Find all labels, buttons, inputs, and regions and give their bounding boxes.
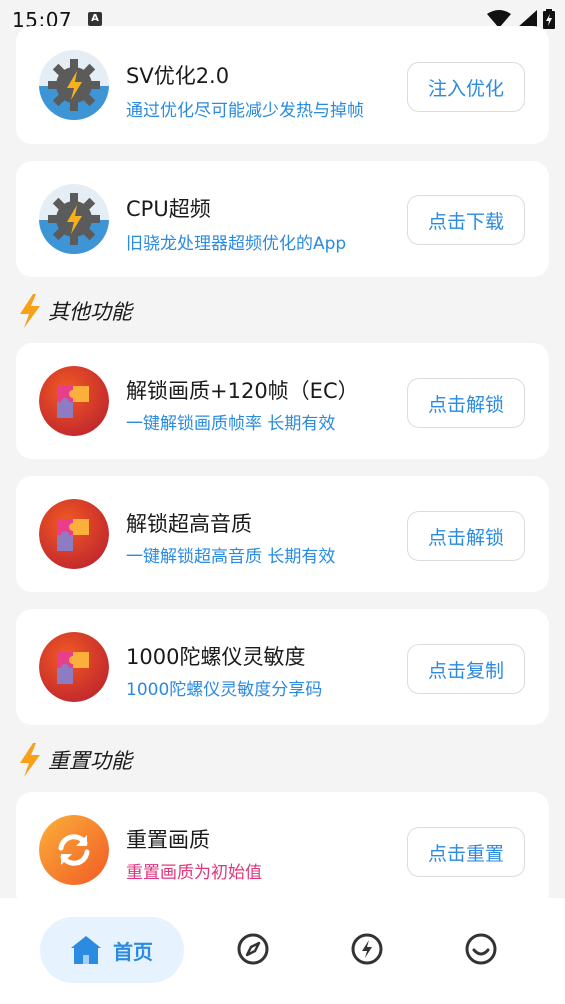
lightning-circle-icon[interactable] (350, 932, 384, 966)
card-subtitle: 通过优化尽可能减少发热与掉帧 (126, 101, 364, 121)
card-subtitle: 一键解锁画质帧率 长期有效 (126, 414, 336, 434)
unlock-graphics-button[interactable]: 点击解锁 (407, 378, 525, 428)
download-button[interactable]: 点击下载 (407, 195, 525, 245)
nav-home-label: 首页 (113, 939, 153, 964)
lightning-bolt-icon (20, 743, 40, 777)
card-title: 解锁画质+120帧（EC） (126, 379, 359, 403)
card-unlock-audio: 解锁超高音质 一键解锁超高音质 长期有效 点击解锁 (16, 476, 549, 592)
card-unlock-graphics: 解锁画质+120帧（EC） 一键解锁画质帧率 长期有效 点击解锁 (16, 343, 549, 459)
section-header-reset: 重置功能 (18, 742, 132, 778)
refresh-icon (39, 815, 109, 885)
card-cpu-overclock: CPU超频 旧骁龙处理器超频优化的App 点击下载 (16, 161, 549, 277)
card-title: 1000陀螺仪灵敏度 (126, 645, 306, 669)
battery-icon (543, 9, 555, 29)
unlock-audio-button[interactable]: 点击解锁 (407, 511, 525, 561)
card-title: 重置画质 (126, 828, 210, 852)
home-icon (71, 936, 101, 964)
gear-lightning-icon (39, 50, 109, 120)
compass-icon[interactable] (236, 932, 270, 966)
section-header-other: 其他功能 (18, 293, 132, 329)
section-title: 重置功能 (48, 749, 132, 773)
card-title: SV优化2.0 (126, 64, 230, 88)
puzzle-icon (39, 499, 109, 569)
card-subtitle: 旧骁龙处理器超频优化的App (126, 234, 347, 254)
card-title: CPU超频 (126, 197, 211, 221)
card-subtitle: 重置画质为初始值 (126, 863, 262, 883)
card-gyro-sensitivity: 1000陀螺仪灵敏度 1000陀螺仪灵敏度分享码 点击复制 (16, 609, 549, 725)
section-title: 其他功能 (48, 300, 132, 324)
card-subtitle: 一键解锁超高音质 长期有效 (126, 547, 336, 567)
smile-icon[interactable] (464, 932, 498, 966)
bottom-nav: 首页 (0, 898, 565, 1004)
card-subtitle: 1000陀螺仪灵敏度分享码 (126, 680, 323, 700)
lightning-bolt-icon (20, 294, 40, 328)
card-title: 解锁超高音质 (126, 512, 252, 536)
gear-lightning-icon (39, 184, 109, 254)
puzzle-icon (39, 632, 109, 702)
copy-button[interactable]: 点击复制 (407, 644, 525, 694)
puzzle-icon (39, 366, 109, 436)
notification-a-icon: A (88, 12, 102, 26)
inject-optimize-button[interactable]: 注入优化 (407, 62, 525, 112)
nav-home[interactable]: 首页 (40, 917, 184, 983)
card-sv-optimize: SV优化2.0 通过优化尽可能减少发热与掉帧 注入优化 (16, 26, 549, 144)
reset-button[interactable]: 点击重置 (407, 827, 525, 877)
card-reset-graphics: 重置画质 重置画质为初始值 点击重置 (16, 792, 549, 908)
